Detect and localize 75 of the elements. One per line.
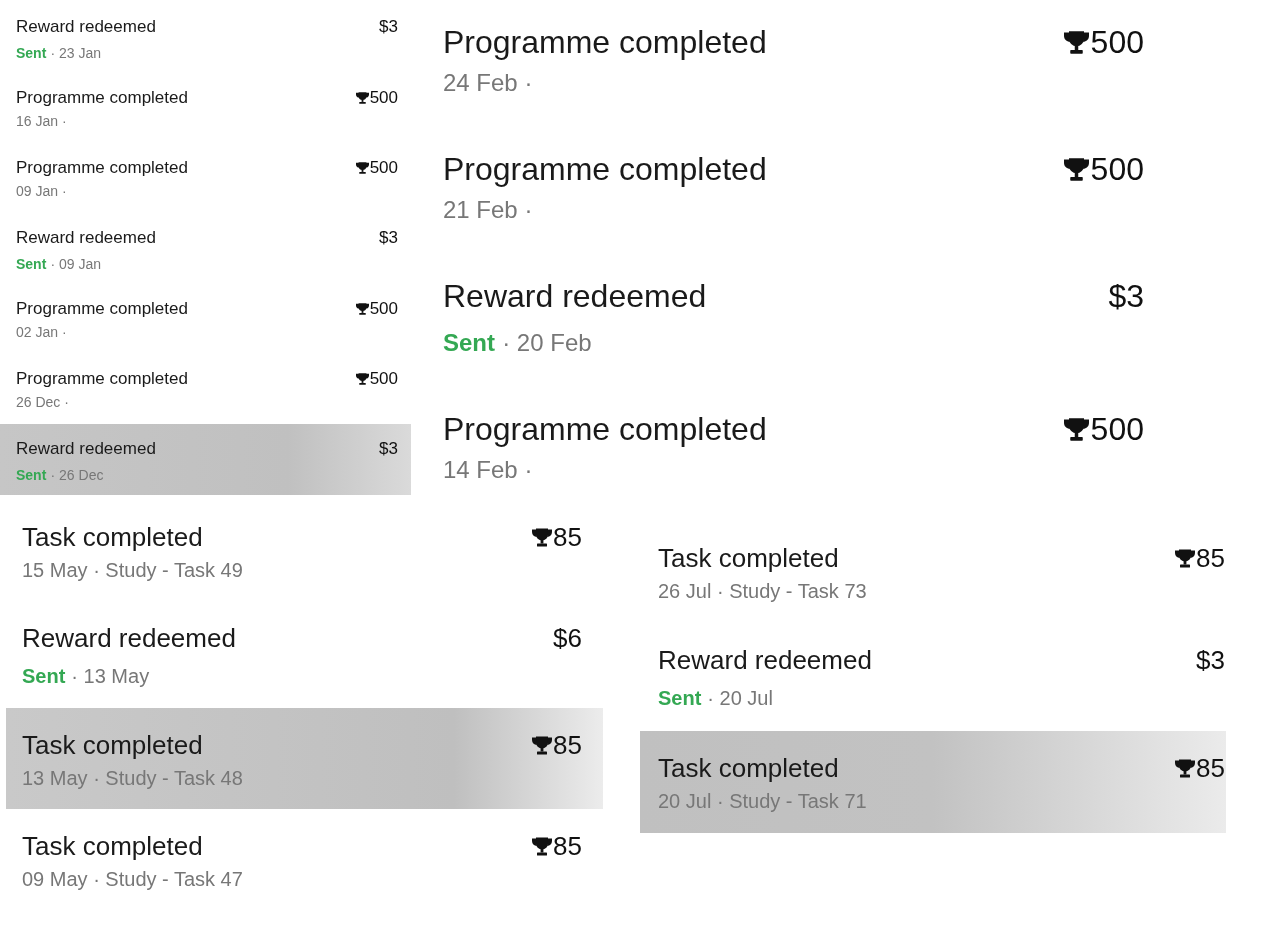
points-value: 500 (369, 368, 398, 390)
points-value: 500 (369, 157, 398, 179)
reward-amount: $3 (1196, 644, 1225, 676)
reward-amount: $3 (379, 227, 398, 249)
row-title: Task completed (22, 830, 203, 862)
date-text: 16 Jan · (16, 112, 67, 130)
points-value: 85 (553, 521, 582, 553)
trophy-icon (532, 836, 553, 856)
trophy-icon (532, 527, 553, 547)
status-label: Sent (443, 328, 495, 358)
history-row[interactable]: Reward redeemed $3 Sent · 26 Dec (0, 424, 411, 495)
date-text: 02 Jan · (16, 323, 67, 341)
points-value: 85 (553, 830, 582, 862)
status-label: Sent (16, 255, 47, 273)
row-title: Reward redeemed (658, 644, 872, 676)
history-row[interactable]: Task completed 85 20 Jul · Study - Task 71 (640, 731, 1226, 833)
date-text: 14 Feb · (443, 455, 533, 485)
row-title: Task completed (658, 752, 839, 784)
trophy-icon (355, 303, 369, 315)
date-text: · 26 Dec (50, 466, 104, 484)
row-title: Task completed (22, 729, 203, 761)
date-text: 15 May · Study - Task 49 (22, 558, 243, 583)
row-title: Reward redeemed (16, 16, 156, 38)
date-text: 21 Feb · (443, 195, 533, 225)
trophy-icon (1063, 30, 1089, 54)
date-text: 13 May · Study - Task 48 (22, 766, 243, 791)
row-title: Programme completed (443, 23, 767, 62)
date-text: 09 May · Study - Task 47 (22, 867, 243, 892)
row-title: Reward redeemed (443, 277, 707, 316)
date-text: · 20 Jul (707, 686, 773, 711)
row-title: Task completed (22, 521, 203, 553)
trophy-icon (1175, 548, 1196, 568)
date-text: 26 Jul · Study - Task 73 (658, 579, 867, 604)
trophy-icon (1063, 417, 1089, 441)
status-label: Sent (16, 466, 47, 484)
row-title: Reward redeemed (16, 227, 156, 249)
trophy-icon (1063, 157, 1089, 181)
row-title: Reward redeemed (16, 438, 156, 460)
status-label: Sent (658, 686, 702, 711)
row-title: Task completed (658, 542, 839, 574)
reward-amount: $3 (379, 438, 398, 460)
history-row[interactable]: Task completed 85 13 May · Study - Task 48 (6, 708, 603, 809)
row-title: Reward redeemed (22, 622, 236, 654)
points-value: 85 (553, 729, 582, 761)
status-label: Sent (16, 44, 47, 62)
reward-amount: $3 (1108, 277, 1144, 316)
date-text: · 23 Jan (50, 44, 102, 62)
points-value: 85 (1196, 752, 1225, 784)
reward-amount: $6 (553, 622, 582, 654)
row-title: Programme completed (16, 157, 188, 179)
date-text: 26 Dec · (16, 393, 69, 411)
points-value: 500 (369, 87, 398, 109)
date-text: 24 Feb · (443, 68, 533, 98)
row-title: Programme completed (443, 150, 767, 189)
points-value: 500 (1090, 410, 1144, 449)
date-text: · 09 Jan (50, 255, 102, 273)
trophy-icon (532, 735, 553, 755)
trophy-icon (1175, 758, 1196, 778)
row-title: Programme completed (16, 87, 188, 109)
points-value: 500 (1090, 150, 1144, 189)
date-text: · 13 May (71, 664, 150, 689)
trophy-icon (355, 92, 369, 104)
date-text: 09 Jan · (16, 182, 67, 200)
row-title: Programme completed (16, 368, 188, 390)
reward-amount: $3 (379, 16, 398, 38)
date-text: · 20 Feb (502, 328, 592, 358)
points-value: 85 (1196, 542, 1225, 574)
points-value: 500 (369, 298, 398, 320)
points-value: 500 (1090, 23, 1144, 62)
row-title: Programme completed (443, 410, 767, 449)
row-title: Programme completed (16, 298, 188, 320)
trophy-icon (355, 162, 369, 174)
status-label: Sent (22, 664, 66, 689)
date-text: 20 Jul · Study - Task 71 (658, 789, 867, 814)
trophy-icon (355, 373, 369, 385)
